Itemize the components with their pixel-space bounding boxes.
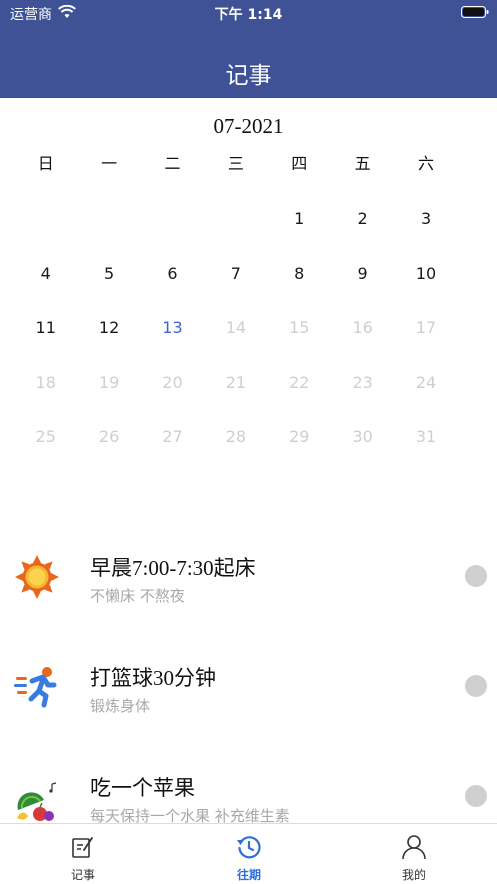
calendar-day-future: 28 <box>225 427 247 447</box>
status-time: 下午 1:14 <box>214 7 283 23</box>
calendar-day-future: 23 <box>352 372 373 392</box>
calendar-empty-cell <box>141 196 204 251</box>
calendar-day-future: 22 <box>289 372 310 392</box>
battery-icon <box>461 6 489 18</box>
calendar-day[interactable]: 8 <box>268 251 331 306</box>
task-title: 早晨7:00-7:30起床 <box>90 556 256 580</box>
calendar-empty-cell <box>204 196 267 251</box>
calendar-day-today[interactable]: 13 <box>141 305 204 360</box>
calendar-day[interactable]: 11 <box>14 305 77 360</box>
tab-bar: 记事 往期 我的 <box>0 823 497 884</box>
task-item[interactable]: 打篮球30分钟 锻炼身体 <box>0 630 497 740</box>
calendar-day[interactable]: 9 <box>331 251 394 306</box>
calendar-day-future: 21 <box>225 372 247 392</box>
calendar-day-future: 25 <box>35 427 56 447</box>
weekday-label: 四 <box>291 154 308 173</box>
history-icon <box>237 836 261 859</box>
header: 运营商 下午 1:14 记事 <box>0 0 497 98</box>
calendar-day[interactable]: 6 <box>141 251 204 306</box>
tab-history[interactable]: 往期 <box>189 824 309 884</box>
weekday-label: 三 <box>227 154 244 173</box>
task-check-button[interactable] <box>465 675 487 697</box>
task-title: 吃一个苹果 <box>90 776 195 800</box>
calendar-day-future: 19 <box>98 372 120 392</box>
page-title: 记事 <box>225 63 272 89</box>
calendar-day[interactable]: 10 <box>394 251 457 306</box>
tab-label: 往期 <box>236 868 261 882</box>
weekday-label: 一 <box>101 154 118 173</box>
task-check-button[interactable] <box>465 565 487 587</box>
calendar-empty-cell <box>14 196 77 251</box>
calendar-empty-cell <box>77 196 140 251</box>
calendar-day[interactable]: 12 <box>77 305 140 360</box>
calendar-day-future: 17 <box>415 318 437 338</box>
sun-icon <box>15 555 59 599</box>
calendar-day-future: 16 <box>352 318 373 338</box>
tab-label: 我的 <box>401 868 426 882</box>
calendar-day-future: 15 <box>289 318 310 338</box>
calendar-day[interactable]: 5 <box>77 251 140 306</box>
profile-icon <box>402 835 426 860</box>
task-check-button[interactable] <box>465 785 487 807</box>
runner-icon <box>14 667 57 708</box>
calendar-day[interactable]: 2 <box>331 196 394 251</box>
task-title: 打篮球30分钟 <box>90 666 216 690</box>
tab-profile[interactable]: 我的 <box>354 824 474 884</box>
calendar-day[interactable]: 4 <box>14 251 77 306</box>
calendar-day[interactable]: 1 <box>268 196 331 251</box>
tab-label: 记事 <box>70 868 95 882</box>
fruit-icon <box>17 782 57 821</box>
calendar-day-future: 14 <box>225 318 247 338</box>
calendar-day-future: 20 <box>162 372 183 392</box>
weekday-label: 五 <box>354 154 371 173</box>
calendar-day-future: 26 <box>98 427 120 447</box>
task-subtitle: 不懒床 不熬夜 <box>90 587 185 605</box>
calendar-day-future: 31 <box>415 427 437 447</box>
calendar-grid: 1 2 3 4 5 6 7 8 9 10 11 12 13 14 15 16 1… <box>14 196 458 469</box>
tab-notes[interactable]: 记事 <box>23 824 143 884</box>
weekday-row: 日 一 二 三 四 五 六 <box>14 150 458 180</box>
note-edit-icon <box>72 837 93 858</box>
weekday-label: 六 <box>418 154 435 173</box>
weekday-label: 日 <box>37 154 54 173</box>
calendar-day[interactable]: 7 <box>204 251 267 306</box>
calendar-day-future: 24 <box>415 372 437 392</box>
weekday-label: 二 <box>164 154 181 173</box>
calendar-month: 07-2021 <box>213 114 284 138</box>
calendar-day[interactable]: 3 <box>394 196 457 251</box>
calendar-day-future: 18 <box>35 372 56 392</box>
task-subtitle: 锻炼身体 <box>90 697 151 715</box>
calendar-day-future: 30 <box>352 427 373 447</box>
calendar-day-future: 27 <box>162 427 183 447</box>
calendar-day-future: 29 <box>289 427 310 447</box>
task-item[interactable]: 早晨7:00-7:30起床 不懒床 不熬夜 <box>0 520 497 630</box>
